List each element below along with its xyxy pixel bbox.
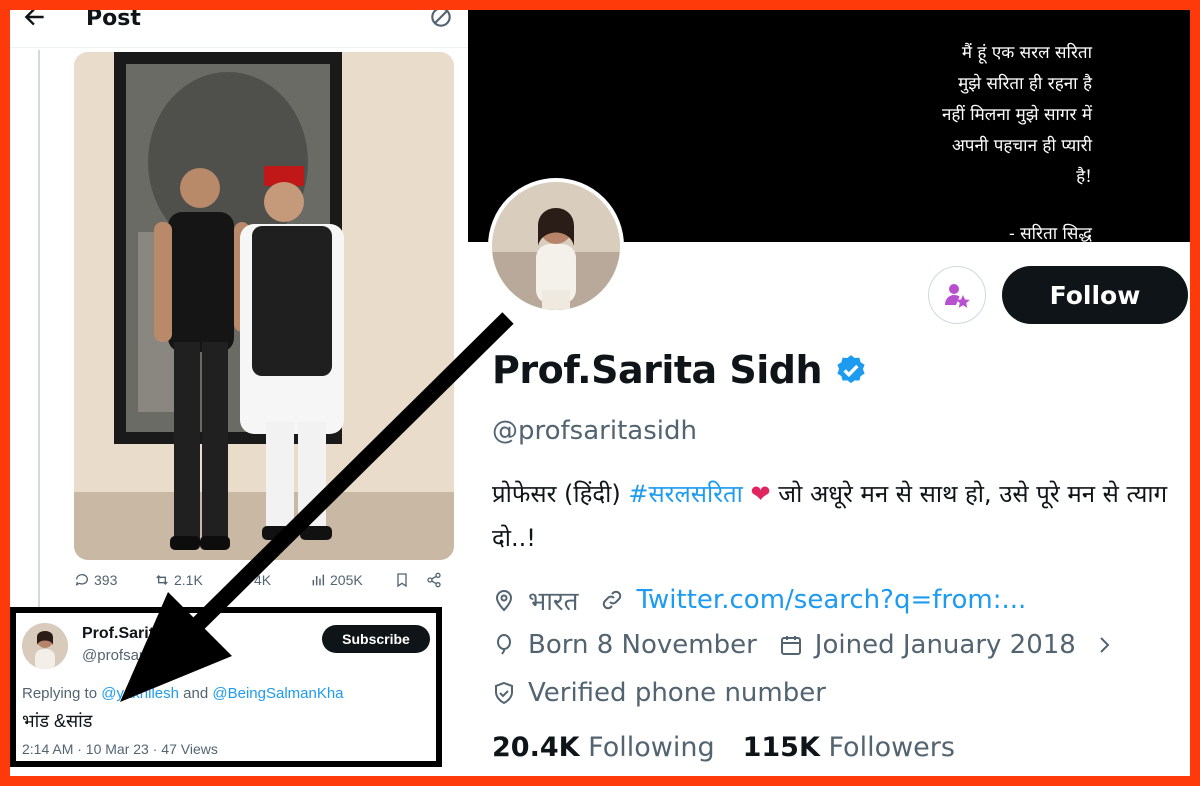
post-photo-illustration	[74, 52, 454, 560]
followers-link[interactable]: 115K Followers	[743, 732, 955, 763]
profile-handle: @profsaritasidh	[492, 416, 697, 446]
like-count: 4K	[254, 572, 272, 588]
bookmark-icon	[397, 573, 407, 588]
name-row: Prof.Sarita Sidh	[492, 348, 868, 392]
views-count: 205K	[330, 572, 363, 588]
replying-to-line: Replying to @yakhilesh and @BeingSalmanK…	[22, 685, 344, 702]
shield-check-icon	[495, 681, 513, 705]
location-item: भारत	[492, 582, 578, 618]
quote-line: अपनी पहचान ही प्यारी	[951, 136, 1092, 156]
quote-line: नहीं मिलना मुझे सागर में	[941, 105, 1092, 125]
followers-label: Followers	[828, 732, 955, 763]
heart-emoji-icon: ❤	[750, 480, 771, 508]
birthday-item: Born 8 November	[492, 630, 757, 660]
followers-count: 115K	[742, 732, 820, 763]
location-pin-icon	[495, 590, 513, 612]
thread-line	[38, 50, 40, 610]
joined-item[interactable]: Joined January 2018	[779, 630, 1116, 660]
repost-stat[interactable]: 2.1K	[154, 572, 203, 588]
following-label: Following	[588, 732, 715, 763]
follow-counts: 20.4K Following 115K Followers	[492, 732, 955, 763]
follow-button[interactable]: Follow	[1002, 266, 1188, 324]
heart-icon	[236, 574, 248, 587]
reply-text: भांड &सांड	[22, 711, 93, 731]
bookmark-button[interactable]	[394, 572, 410, 588]
avatar-image	[492, 182, 620, 310]
banner-quote: मैं हूं एक सरल सरिता मुझे सरिता ही रहना …	[942, 38, 1092, 250]
reply-timestamp[interactable]: 2:14 AM · 10 Mar 23 · 47 Views	[22, 741, 218, 757]
bio-text: प्रोफेसर (हिंदी)	[492, 480, 629, 508]
post-panel: Post 393 2.1K 4K 205K Prof.Sarit @profsa…	[10, 10, 468, 776]
joined-text: Joined January 2018	[814, 630, 1076, 660]
views-stat[interactable]: 205K	[310, 572, 363, 588]
reply-icon	[75, 574, 88, 586]
share-icon	[427, 572, 441, 588]
following-link[interactable]: 20.4K Following	[492, 732, 715, 763]
chevron-right-icon[interactable]	[1092, 633, 1116, 657]
profile-avatar[interactable]	[488, 178, 624, 314]
avatar-image	[22, 623, 68, 669]
person-star-icon	[945, 284, 970, 308]
page-title: Post	[86, 10, 141, 31]
verified-phone-text: Verified phone number	[528, 678, 826, 708]
repost-count: 2.1K	[174, 572, 203, 588]
location-text: भारत	[528, 587, 579, 617]
subscribe-icon-button[interactable]	[928, 266, 986, 324]
post-stats: 393 2.1K 4K 205K	[74, 570, 464, 594]
replying-user-link-2[interactable]: @BeingSalmanKha	[212, 685, 343, 702]
share-button[interactable]	[426, 572, 442, 588]
reply-avatar[interactable]	[22, 623, 68, 669]
balloon-icon	[497, 634, 511, 655]
replying-and: and	[183, 685, 209, 702]
reply-author-handle[interactable]: @profsari	[82, 647, 147, 664]
profile-meta-row-3: Verified phone number	[492, 678, 848, 708]
replying-prefix: Replying to	[22, 685, 98, 702]
birthday-text: Born 8 November	[528, 630, 757, 660]
profile-panel: मैं हूं एक सरल सरिता मुझे सरिता ही रहना …	[468, 10, 1190, 776]
profile-meta-row-1: भारत Twitter.com/search?q=from:...	[492, 582, 1048, 618]
bio-hashtag[interactable]: #सरलसरिता	[628, 480, 743, 508]
website-item[interactable]: Twitter.com/search?q=from:...	[600, 585, 1026, 615]
profile-meta-row-2: Born 8 November Joined January 2018	[492, 630, 1138, 660]
views-icon	[312, 574, 325, 586]
following-count: 20.4K	[492, 732, 580, 763]
quote-line: मैं हूं एक सरल सरिता	[961, 43, 1092, 63]
display-name: Prof.Sarita Sidh	[492, 348, 823, 392]
verified-phone-item[interactable]: Verified phone number	[492, 678, 826, 708]
verified-badge-icon[interactable]	[834, 353, 868, 387]
calendar-icon	[780, 636, 801, 655]
quote-signature: - सरिता सिद्ध	[1009, 224, 1092, 244]
replying-user-link-1-rest[interactable]: khilesh	[132, 685, 179, 702]
like-stat[interactable]: 4K	[234, 572, 271, 588]
back-arrow-icon[interactable]	[22, 10, 48, 30]
highlighted-reply: Prof.Sarit @profsari Subscribe Replying …	[10, 607, 442, 767]
subscribe-button[interactable]: Subscribe	[322, 625, 430, 653]
profile-bio: प्रोफेसर (हिंदी) #सरलसरिता ❤ जो अधूरे मन…	[492, 472, 1182, 560]
replying-user-link-1[interactable]: @ya	[101, 685, 132, 702]
quote-line: मुझे सरिता ही रहना है	[958, 74, 1092, 94]
website-link[interactable]: Twitter.com/search?q=from:...	[636, 585, 1026, 615]
refresh-icon[interactable]	[428, 10, 454, 30]
post-header: Post	[10, 10, 468, 48]
reply-stat[interactable]: 393	[74, 572, 117, 588]
post-photo[interactable]	[74, 52, 454, 560]
reply-author-name[interactable]: Prof.Sarit	[82, 625, 154, 643]
quote-line: है!	[1076, 167, 1092, 187]
link-icon	[603, 590, 622, 610]
reply-count: 393	[94, 572, 118, 588]
repost-icon	[156, 575, 168, 585]
screenshot-frame: Post 393 2.1K 4K 205K Prof.Sarit @profsa…	[10, 10, 1190, 776]
